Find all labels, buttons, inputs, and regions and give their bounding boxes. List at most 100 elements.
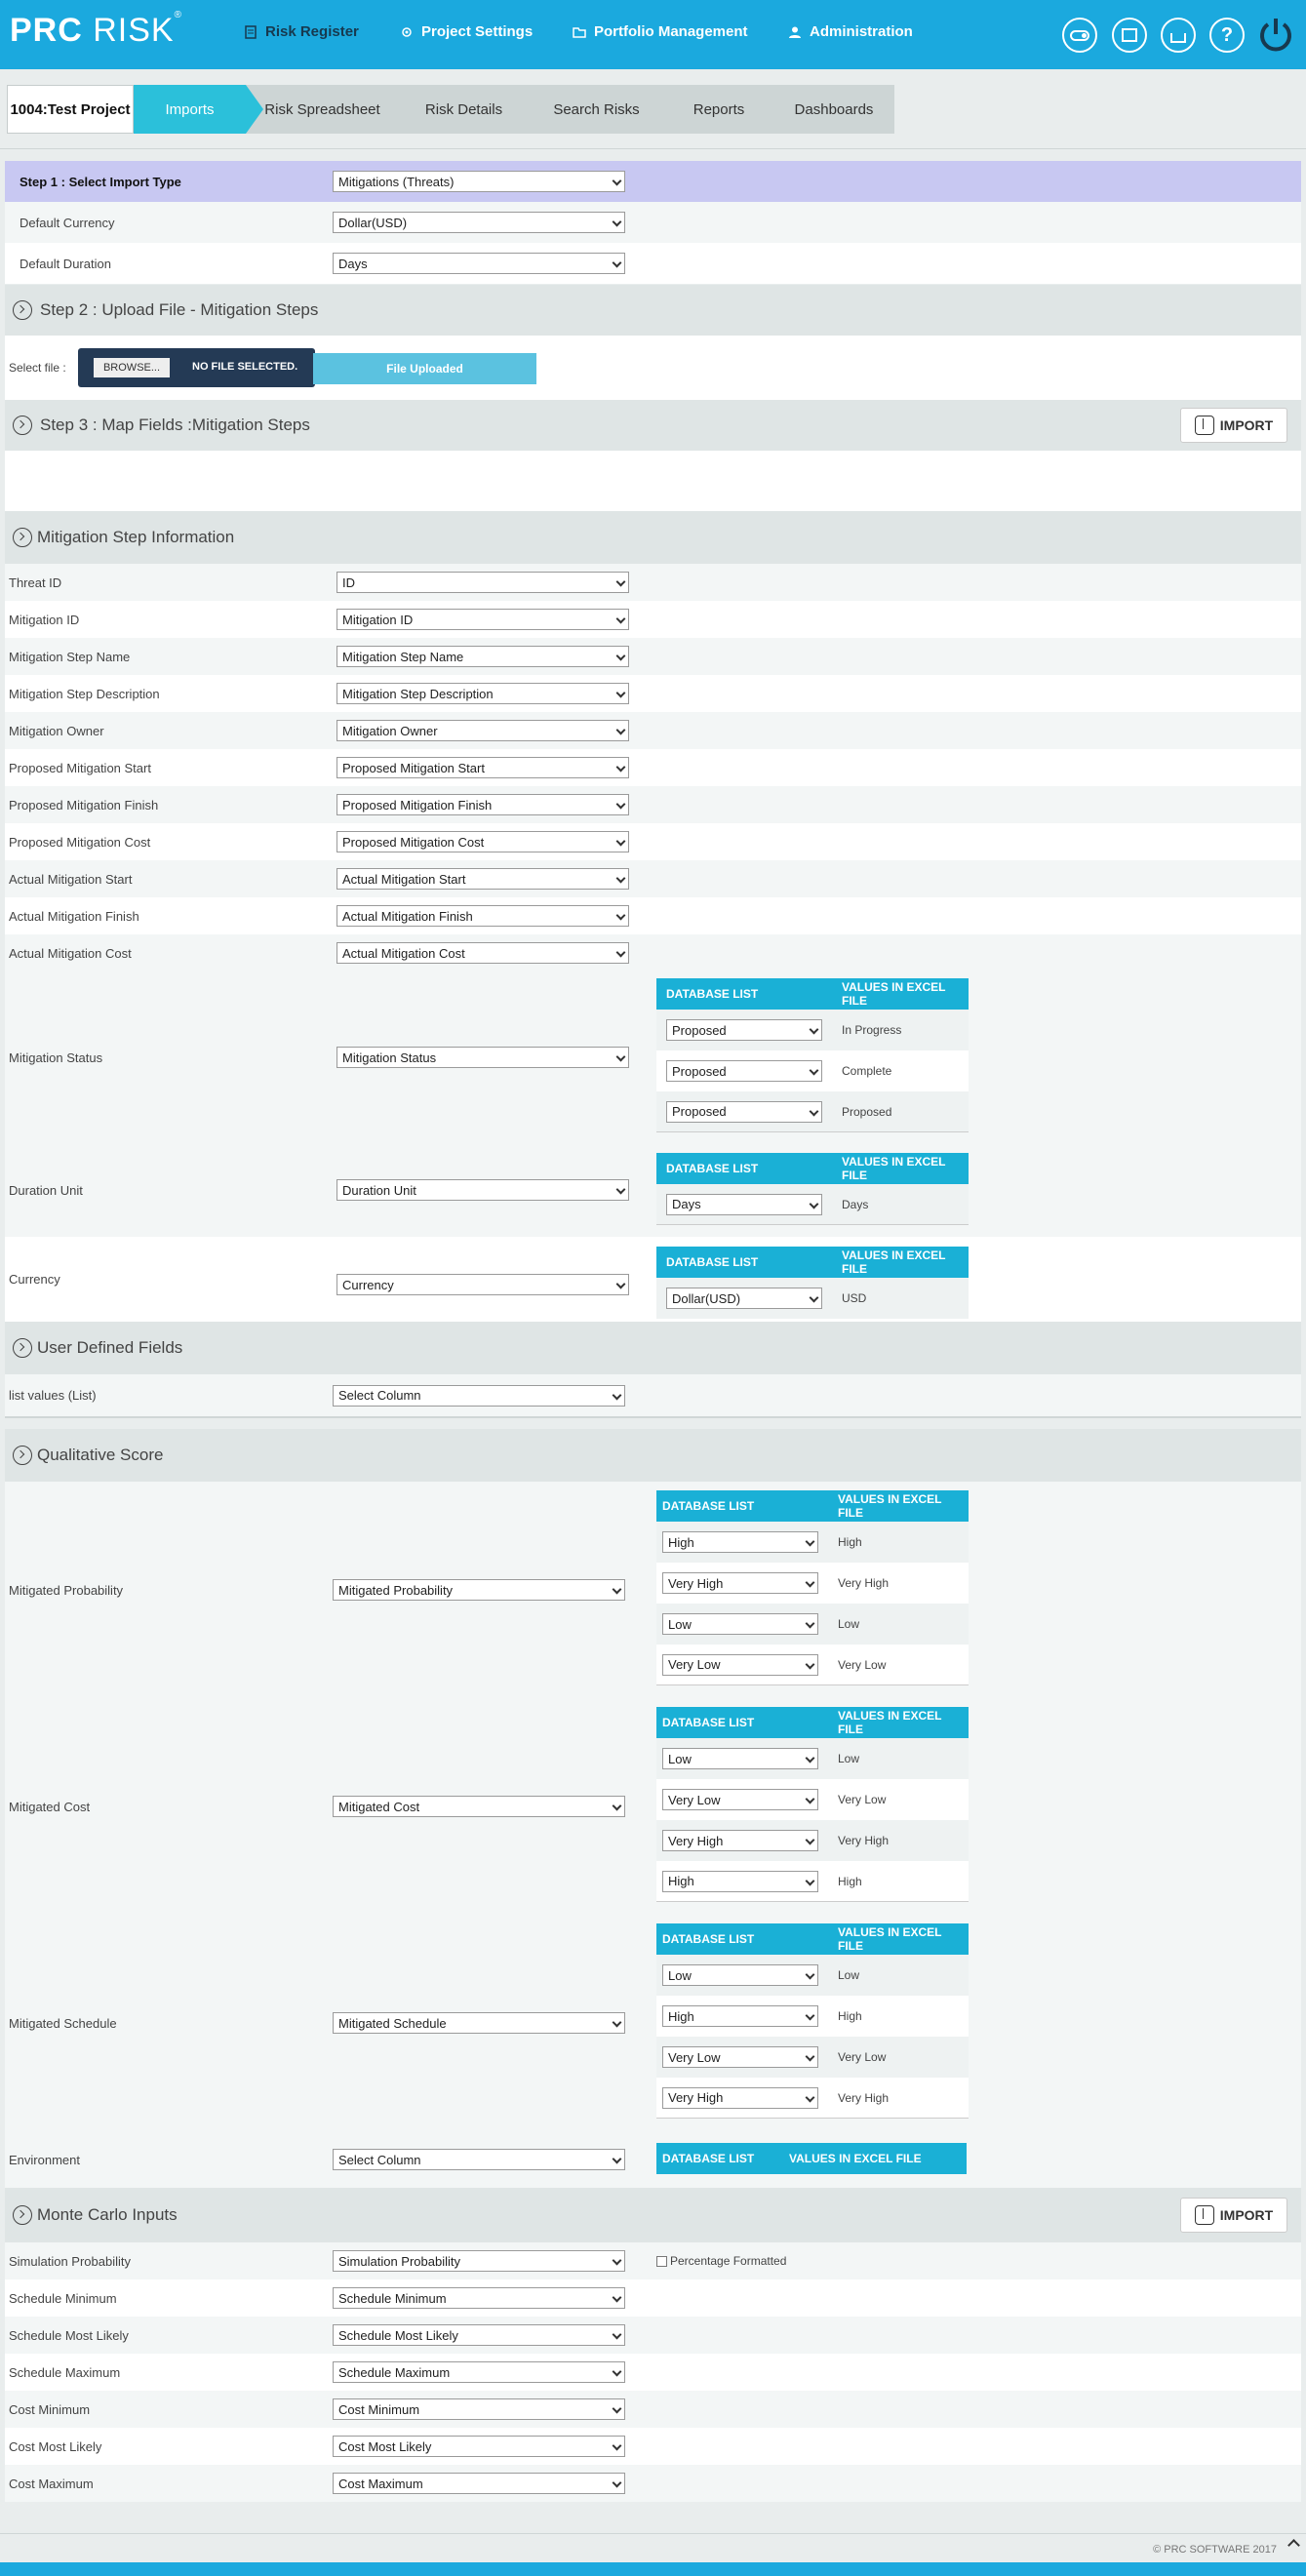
udf-list-select[interactable]: Select Column (333, 1384, 625, 1407)
field-mapping-select[interactable]: Mitigation Step Description (336, 683, 629, 704)
db-value-select[interactable]: High (662, 2005, 818, 2027)
nav-label: Risk Register (265, 23, 359, 40)
db-value-select[interactable]: Proposed (666, 1060, 822, 1082)
nav-administration[interactable]: Administration (788, 23, 913, 40)
mitigated-cost-select[interactable]: Mitigated Cost (333, 1796, 625, 1817)
field-label: Mitigation ID (9, 612, 80, 627)
field-mapping-select[interactable]: Proposed Mitigation Finish (336, 794, 629, 815)
field-mapping-select[interactable]: Mitigation ID (336, 609, 629, 630)
percentage-formatted[interactable]: Percentage Formatted (656, 2254, 786, 2268)
db-value-select[interactable]: Low (662, 1613, 818, 1635)
download-icon[interactable] (1161, 18, 1196, 53)
field-mapping-select[interactable]: Proposed Mitigation Start (336, 757, 629, 778)
field-mapping-select[interactable]: Mitigation Step Name (336, 646, 629, 667)
file-uploaded-button[interactable]: File Uploaded (313, 353, 536, 384)
field-mapping-select[interactable]: Proposed Mitigation Cost (336, 831, 629, 852)
currency-select[interactable]: Currency (336, 1274, 629, 1295)
schedule-mapping-table: DATABASE LIST VALUES IN EXCEL FILE Low Low… (656, 1923, 969, 2119)
percentage-checkbox[interactable] (656, 2255, 667, 2267)
field-mapping-select[interactable]: Simulation Probability (333, 2250, 625, 2272)
field-mapping-select[interactable]: Actual Mitigation Cost (336, 942, 629, 964)
help-icon[interactable]: ? (1209, 18, 1245, 53)
field-mapping-select[interactable]: Mitigation Owner (336, 720, 629, 741)
field-mapping-select[interactable]: Schedule Most Likely (333, 2324, 625, 2346)
app-logo[interactable]: PRC RISK® (10, 10, 182, 50)
field-mapping-select[interactable]: Schedule Minimum (333, 2287, 625, 2309)
qualitative-title: Qualitative Score (37, 1446, 164, 1464)
db-value-select[interactable]: Very Low (662, 2046, 818, 2068)
qualitative-section[interactable]: Qualitative Score (5, 1429, 1301, 1482)
db-value-select[interactable]: Low (662, 1964, 818, 1986)
db-value-select[interactable]: Very Low (662, 1789, 818, 1810)
power-icon[interactable] (1256, 15, 1295, 54)
collapse-icon[interactable] (13, 528, 32, 547)
collapse-icon[interactable] (13, 1446, 32, 1465)
db-value-select[interactable]: Very High (662, 1572, 818, 1594)
mapping-row: High High (656, 1522, 969, 1563)
nav-portfolio-management[interactable]: Portfolio Management (573, 23, 748, 40)
db-value-select[interactable]: Days (666, 1193, 822, 1215)
nav-project-settings[interactable]: Project Settings (400, 23, 533, 40)
toggle-icon[interactable] (1062, 18, 1097, 53)
db-value-select[interactable]: Very High (662, 1830, 818, 1851)
step2-section[interactable]: Step 2 : Upload File - Mitigation Steps (5, 285, 1301, 336)
mitigated-probability-select[interactable]: Mitigated Probability (333, 1579, 625, 1601)
field-mapping-select[interactable]: Cost Most Likely (333, 2436, 625, 2457)
mitigated-schedule-select[interactable]: Mitigated Schedule (333, 2012, 625, 2034)
db-value-select[interactable]: Proposed (666, 1019, 822, 1041)
db-value-select[interactable]: Dollar(USD) (666, 1288, 822, 1309)
db-value-select[interactable]: Very High (662, 2086, 818, 2109)
footer: © PRC SOFTWARE 2017 (0, 2536, 1306, 2561)
field-mapping-select[interactable]: Cost Maximum (333, 2473, 625, 2494)
browse-button[interactable]: BROWSE... (94, 358, 170, 377)
calendar-icon[interactable] (1112, 18, 1147, 53)
mitigation-status-select[interactable]: Mitigation Status (336, 1047, 629, 1068)
mitigation-field-row: Proposed Mitigation Cost Proposed Mitigat… (5, 823, 1301, 860)
mapping-row: Proposed Proposed (656, 1091, 969, 1132)
import-button[interactable]: IMPORT (1180, 2198, 1287, 2233)
tab-search-risks[interactable]: Search Risks (529, 85, 682, 134)
default-currency-select[interactable]: Dollar(USD) (333, 212, 625, 233)
db-value-select[interactable]: High (662, 1531, 818, 1553)
file-input[interactable]: BROWSE... NO FILE SELECTED. (78, 348, 315, 387)
db-value-select[interactable]: Proposed (666, 1100, 822, 1123)
divider (0, 2533, 1306, 2534)
tab-dashboards[interactable]: Dashboards (773, 85, 894, 134)
nav-risk-register[interactable]: Risk Register (244, 23, 359, 40)
udf-section[interactable]: User Defined Fields (5, 1322, 1301, 1374)
field-mapping-select[interactable]: Actual Mitigation Start (336, 868, 629, 890)
field-mapping-select[interactable]: Cost Minimum (333, 2398, 625, 2420)
tab-imports[interactable]: Imports (134, 85, 263, 134)
import-icon (1194, 416, 1214, 435)
tab-risk-details[interactable]: Risk Details (399, 85, 546, 134)
mitigation-info-section[interactable]: Mitigation Step Information (5, 511, 1301, 564)
field-mapping-select[interactable]: ID (336, 572, 629, 593)
field-mapping-select[interactable]: Schedule Maximum (333, 2361, 625, 2383)
default-currency-row: Default Currency Dollar(USD) (5, 202, 1301, 243)
field-label: Currency (9, 1272, 60, 1287)
monte-carlo-section[interactable]: Monte Carlo Inputs IMPORT (5, 2188, 1301, 2242)
default-duration-select[interactable]: Days (333, 253, 625, 274)
db-value-select[interactable]: Very Low (662, 1653, 818, 1676)
import-type-select[interactable]: Mitigations (Threats) (333, 171, 625, 192)
collapse-icon[interactable] (13, 2205, 32, 2225)
db-value-select[interactable]: High (662, 1870, 818, 1892)
tab-risk-spreadsheet[interactable]: Risk Spreadsheet (246, 85, 416, 134)
environment-select[interactable]: Select Column (333, 2149, 625, 2170)
step1-title: Step 1 : Select Import Type (20, 174, 181, 189)
import-button[interactable]: IMPORT (1180, 408, 1287, 443)
bottom-bar (0, 2562, 1306, 2576)
step3-section[interactable]: Step 3 : Map Fields :Mitigation Steps IM… (5, 400, 1301, 451)
collapse-icon[interactable] (13, 1338, 32, 1358)
duration-unit-select[interactable]: Duration Unit (336, 1179, 629, 1201)
collapse-icon[interactable] (13, 416, 32, 435)
mitigation-field-row: Proposed Mitigation Finish Proposed Mitig… (5, 786, 1301, 823)
scroll-top-icon[interactable] (1287, 2539, 1300, 2552)
field-label: Mitigated Cost (9, 1799, 91, 1814)
collapse-icon[interactable] (13, 300, 32, 320)
default-currency-label: Default Currency (20, 215, 115, 230)
monte-carlo-row: Cost Minimum Cost Minimum (5, 2391, 1301, 2428)
breadcrumb-project[interactable]: 1004:Test Project (7, 85, 134, 134)
field-mapping-select[interactable]: Actual Mitigation Finish (336, 905, 629, 927)
db-value-select[interactable]: Low (662, 1748, 818, 1769)
